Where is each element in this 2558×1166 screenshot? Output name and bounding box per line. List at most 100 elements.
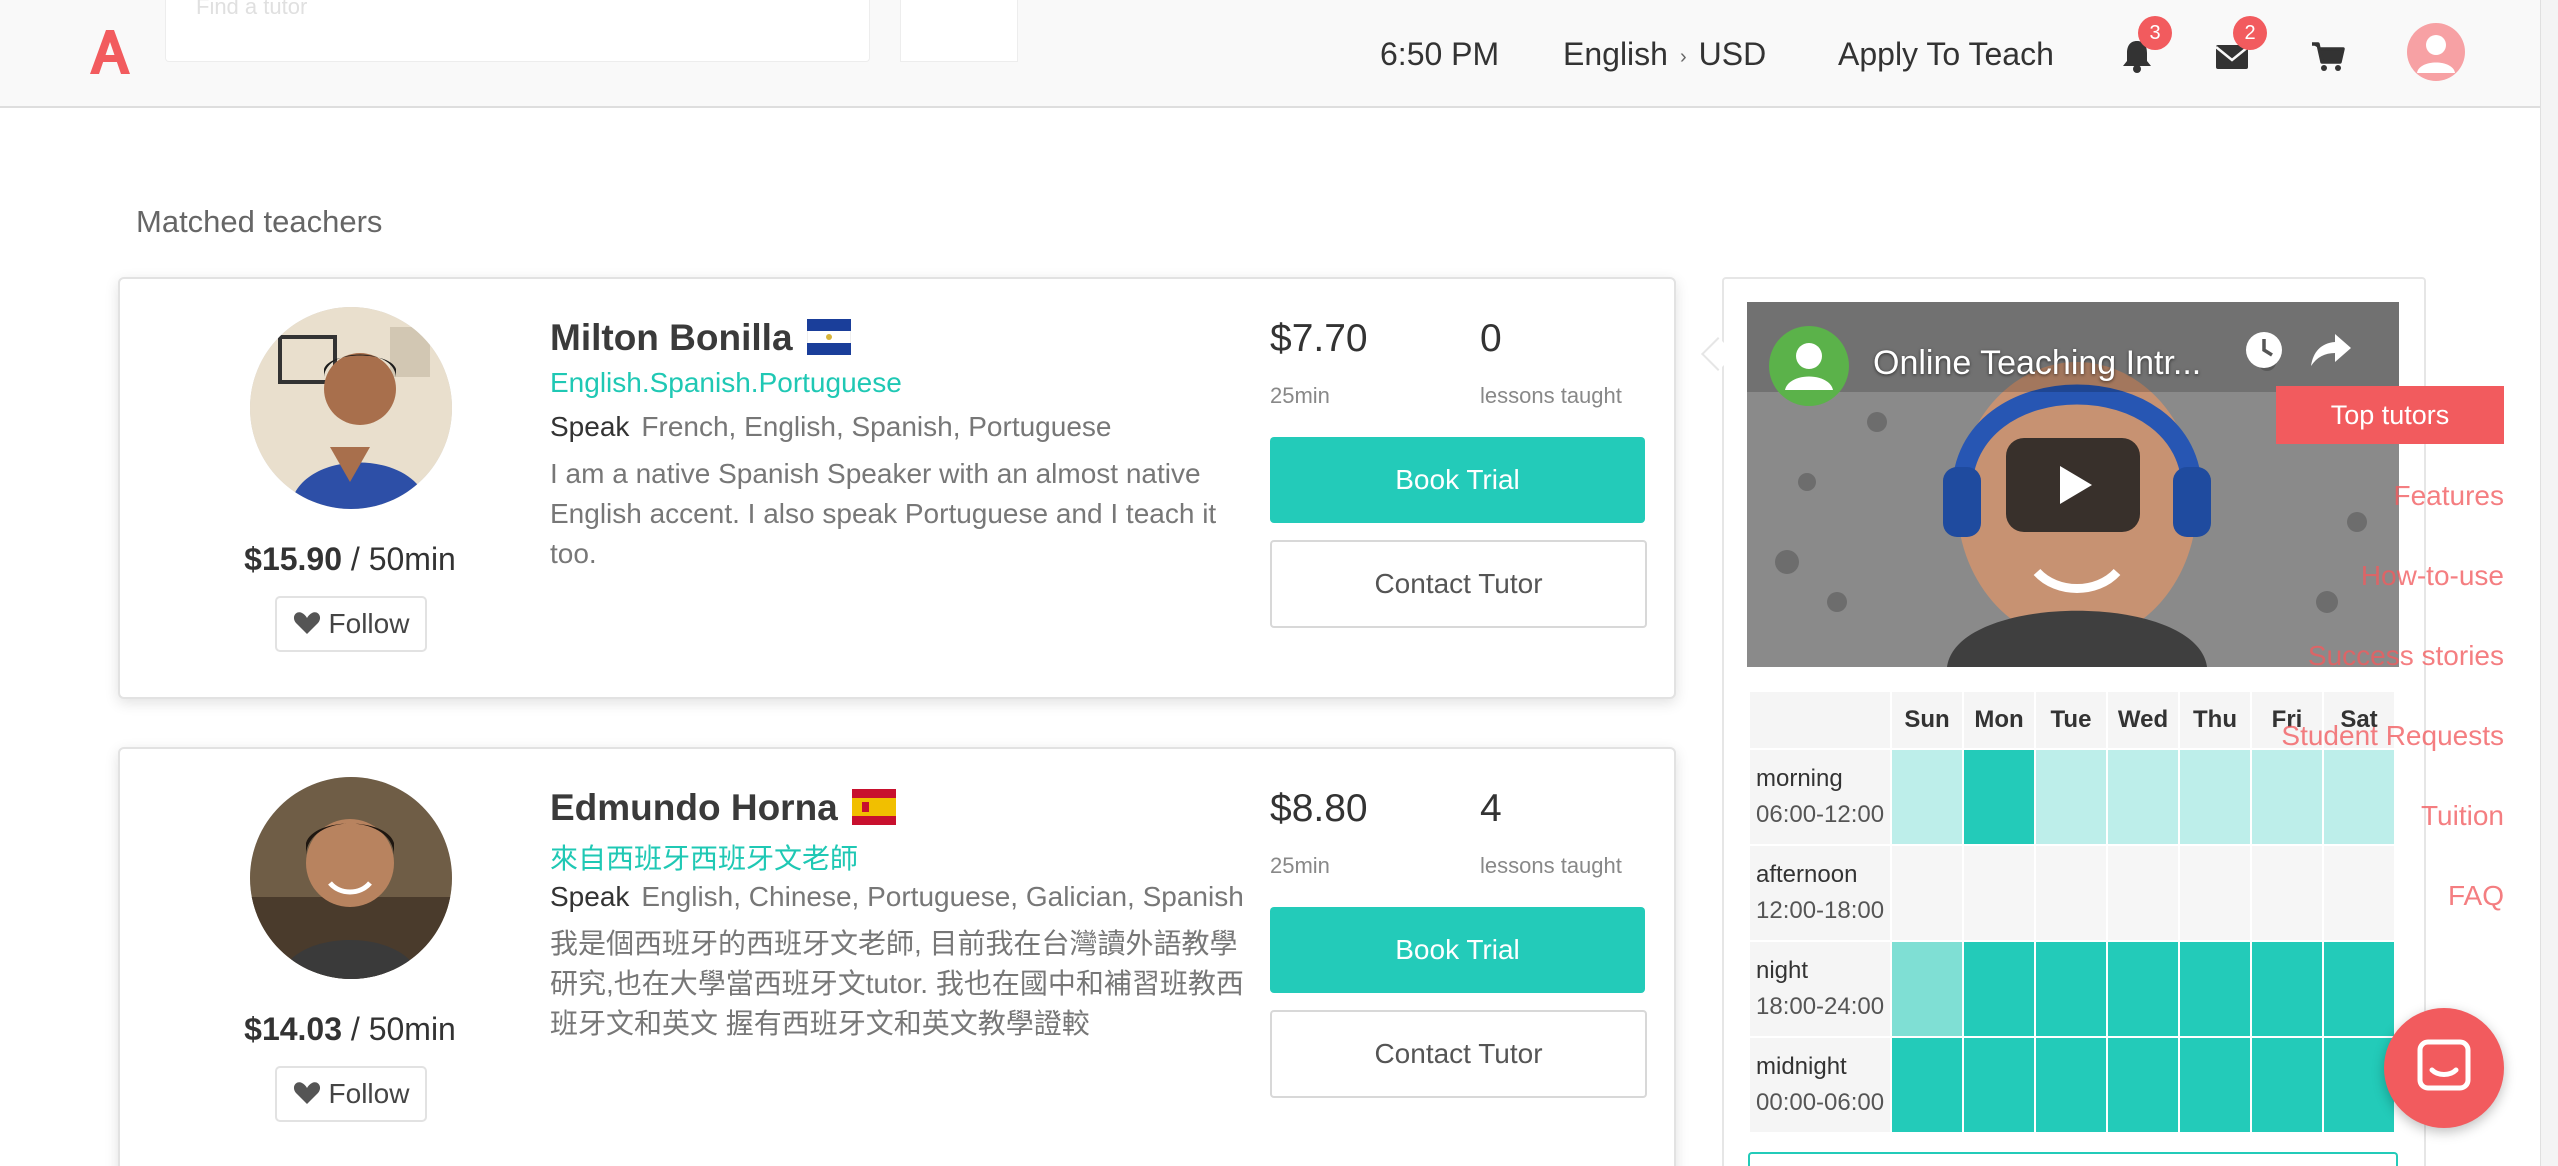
schedule-cell	[2178, 748, 2252, 846]
schedule-cell	[2178, 940, 2252, 1038]
watch-later-icon[interactable]	[2242, 328, 2286, 372]
schedule-cell	[2034, 748, 2108, 846]
tutor-bio: I am a native Spanish Speaker with an al…	[550, 458, 1217, 569]
book-trial-button[interactable]: Book Trial	[1270, 437, 1645, 523]
contact-tutor-button[interactable]: Contact Tutor	[1270, 540, 1647, 628]
schedule-cell	[1962, 844, 2036, 942]
availability-schedule: Sun Mon Tue Wed Thu Fri Sat morning 06:00…	[1748, 690, 2396, 1134]
cart-icon[interactable]	[2308, 36, 2348, 76]
schedule-cell	[2106, 1036, 2180, 1134]
top-nav-bar: Find a tutor 6:50 PM English › USD Apply T…	[0, 0, 2558, 108]
trial-duration: 25min	[1270, 853, 1330, 878]
how-to-use-link[interactable]: How-to-use	[2361, 560, 2504, 592]
schedule-cell	[2106, 940, 2180, 1038]
lessons-label: lessons taught	[1480, 383, 1622, 408]
faq-link[interactable]: FAQ	[2448, 880, 2504, 912]
tutor-name[interactable]: Edmundo Horna	[550, 787, 896, 829]
book-trial-button[interactable]: Book Trial	[1270, 907, 1645, 993]
schedule-cell	[2178, 1036, 2252, 1134]
schedule-cell	[2322, 844, 2396, 942]
play-button[interactable]	[2006, 438, 2140, 532]
spain-flag-icon	[851, 789, 896, 826]
schedule-cell	[2034, 844, 2108, 942]
trial-price: $8.80	[1270, 787, 1368, 830]
period-label: night 18:00-24:00	[1748, 940, 1892, 1038]
heart-icon	[293, 611, 320, 634]
trial-price: $7.70	[1270, 317, 1368, 360]
schedule-cell	[1962, 748, 2036, 846]
lessons-count: 4	[1480, 787, 1502, 830]
hourly-price: $15.90 / 50min	[244, 541, 456, 577]
message-badge: 2	[2233, 16, 2267, 50]
schedule-cell	[2250, 1036, 2324, 1134]
currency-label: USD	[1698, 36, 1767, 72]
user-avatar[interactable]	[2407, 23, 2465, 81]
language-currency-selector[interactable]: English › USD	[1563, 34, 1766, 77]
schedule-cell	[2034, 940, 2108, 1038]
schedule-cell	[1890, 748, 1964, 846]
languages-spoken: Speak English, Chinese, Portuguese, Galic…	[550, 881, 1244, 912]
chat-icon	[2417, 1039, 2471, 1091]
schedule-cell	[2106, 748, 2180, 846]
day-header: Sun	[1890, 690, 1964, 750]
day-header: Mon	[1962, 690, 2036, 750]
tutor-name[interactable]: Milton Bonilla	[550, 317, 851, 359]
el-salvador-flag-icon	[806, 319, 851, 356]
tutor-photo[interactable]	[250, 307, 452, 509]
schedule-cell	[2250, 844, 2324, 942]
tutor-tagline: 來自西班牙西班牙文老師	[550, 843, 859, 874]
notification-badge: 3	[2138, 16, 2172, 50]
search-input[interactable]: Find a tutor	[165, 0, 870, 62]
lessons-count: 0	[1480, 317, 1502, 360]
apply-to-teach-link[interactable]: Apply To Teach	[1838, 34, 2054, 74]
user-icon	[2417, 35, 2455, 73]
tutor-tagline: English.Spanish.Portuguese	[550, 367, 902, 398]
tutor-bio: 我是個西班牙的西班牙文老師, 目前我在台灣讀外語教學 研究,也在大學當西班牙文t…	[550, 928, 1244, 1039]
chat-launcher[interactable]	[2384, 1008, 2504, 1128]
day-header: Wed	[2106, 690, 2180, 750]
amazingtalker-logo[interactable]	[84, 26, 136, 78]
language-label: English	[1563, 36, 1668, 72]
section-title: Matched teachers	[136, 204, 383, 239]
follow-button[interactable]: Follow	[275, 1066, 427, 1122]
page-scrollbar[interactable]	[2540, 0, 2558, 1166]
period-label: morning 06:00-12:00	[1748, 748, 1892, 846]
schedule-corner	[1748, 690, 1892, 750]
schedule-cell	[2250, 748, 2324, 846]
tuition-link[interactable]: Tuition	[2421, 800, 2504, 832]
schedule-cell	[1962, 940, 2036, 1038]
share-icon[interactable]	[2307, 328, 2355, 372]
follow-button[interactable]: Follow	[275, 596, 427, 652]
play-icon	[2060, 466, 2092, 504]
success-stories-link[interactable]: Success stories	[2308, 640, 2504, 672]
schedule-cell	[2178, 844, 2252, 942]
schedule-cell	[2250, 940, 2324, 1038]
schedule-cell	[2106, 844, 2180, 942]
period-label: afternoon 12:00-18:00	[1748, 844, 1892, 942]
top-tutors-link[interactable]: Top tutors	[2276, 386, 2504, 444]
tutor-card: $15.90 / 50min Follow Milton Bonilla Eng…	[118, 277, 1676, 699]
current-time: 6:50 PM	[1380, 36, 1500, 72]
heart-icon	[293, 1081, 320, 1104]
day-header: Thu	[2178, 690, 2252, 750]
languages-spoken: Speak French, English, Spanish, Portugues…	[550, 411, 1112, 442]
panel-bottom-button[interactable]	[1748, 1152, 2398, 1166]
day-header: Tue	[2034, 690, 2108, 750]
lessons-label: lessons taught	[1480, 853, 1622, 878]
hourly-price: $14.03 / 50min	[244, 1011, 456, 1047]
schedule-cell	[1890, 844, 1964, 942]
tutor-photo[interactable]	[250, 777, 452, 979]
schedule-cell	[1890, 940, 1964, 1038]
filter-button[interactable]	[900, 0, 1018, 62]
schedule-cell	[2034, 1036, 2108, 1134]
schedule-cell	[1962, 1036, 2036, 1134]
intro-video[interactable]: Online Teaching Intr...	[1747, 302, 2399, 667]
features-link[interactable]: Features	[2394, 480, 2505, 512]
separator-chevron: ›	[1679, 45, 1687, 68]
trial-duration: 25min	[1270, 383, 1330, 408]
student-requests-link[interactable]: Student Requests	[2281, 720, 2504, 752]
video-title: Online Teaching Intr...	[1873, 344, 2202, 382]
schedule-cell	[2322, 748, 2396, 846]
tutor-card: $14.03 / 50min Follow Edmundo Horna 來自西班…	[118, 747, 1676, 1166]
contact-tutor-button[interactable]: Contact Tutor	[1270, 1010, 1647, 1098]
